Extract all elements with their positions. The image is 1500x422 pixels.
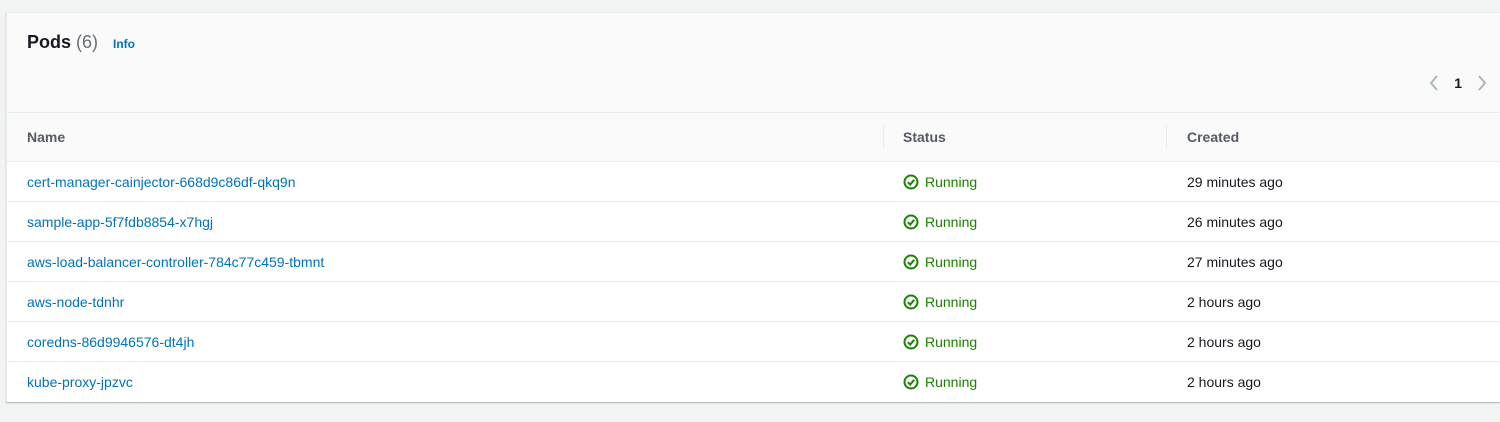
pod-name-link[interactable]: cert-manager-cainjector-668d9c86df-qkq9n [27, 162, 295, 202]
status-text: Running [925, 294, 978, 310]
success-check-icon [903, 374, 919, 390]
pod-name-link[interactable]: aws-node-tdnhr [27, 282, 124, 322]
info-link[interactable]: Info [113, 37, 135, 51]
table-header: Name Status Created [7, 113, 1500, 162]
status-cell: Running [903, 322, 977, 362]
panel-title: Pods [27, 32, 72, 52]
column-header-name[interactable]: Name [27, 113, 65, 161]
status-cell: Running [903, 362, 977, 402]
pagination: 1 [1424, 73, 1492, 93]
column-divider[interactable] [883, 125, 884, 149]
status-text: Running [925, 214, 978, 230]
pod-name-link[interactable]: sample-app-5f7fdb8854-x7hgj [27, 202, 213, 242]
created-time: 29 minutes ago [1187, 174, 1283, 190]
panel-header: Pods (6) Info 1 [7, 13, 1500, 113]
status-text: Running [925, 174, 978, 190]
pod-name-link[interactable]: kube-proxy-jpzvc [27, 362, 133, 402]
pods-panel: Pods (6) Info 1 Name Status Created cert… [6, 12, 1500, 402]
pod-name-link[interactable]: aws-load-balancer-controller-784c77c459-… [27, 242, 324, 282]
created-time: 2 hours ago [1187, 334, 1261, 350]
status-text: Running [925, 334, 978, 350]
table-row: cert-manager-cainjector-668d9c86df-qkq9n… [7, 162, 1500, 202]
table-row: coredns-86d9946576-dt4jh Running 2 hours a… [7, 322, 1500, 362]
table-row: aws-node-tdnhr Running 2 hours ago [7, 282, 1500, 322]
status-cell: Running [903, 202, 977, 242]
status-cell: Running [903, 242, 977, 282]
table-row: aws-load-balancer-controller-784c77c459-… [7, 242, 1500, 282]
success-check-icon [903, 294, 919, 310]
status-cell: Running [903, 162, 977, 202]
success-check-icon [903, 174, 919, 190]
created-time: 26 minutes ago [1187, 214, 1283, 230]
pod-count: (6) [76, 32, 99, 52]
column-divider[interactable] [1166, 125, 1167, 149]
chevron-right-icon[interactable] [1472, 73, 1492, 93]
status-cell: Running [903, 282, 977, 322]
title-row: Pods (6) Info [27, 32, 135, 53]
success-check-icon [903, 334, 919, 350]
table-row: kube-proxy-jpzvc Running 2 hours ago [7, 362, 1500, 402]
status-text: Running [925, 254, 978, 270]
column-header-status[interactable]: Status [903, 113, 946, 161]
success-check-icon [903, 254, 919, 270]
success-check-icon [903, 214, 919, 230]
created-time: 2 hours ago [1187, 294, 1261, 310]
chevron-left-icon[interactable] [1424, 73, 1444, 93]
status-text: Running [925, 374, 978, 390]
page-number[interactable]: 1 [1454, 75, 1462, 91]
pod-name-link[interactable]: coredns-86d9946576-dt4jh [27, 322, 194, 362]
created-time: 27 minutes ago [1187, 254, 1283, 270]
created-time: 2 hours ago [1187, 374, 1261, 390]
column-header-created[interactable]: Created [1187, 113, 1239, 161]
table-row: sample-app-5f7fdb8854-x7hgj Running 26 min… [7, 202, 1500, 242]
